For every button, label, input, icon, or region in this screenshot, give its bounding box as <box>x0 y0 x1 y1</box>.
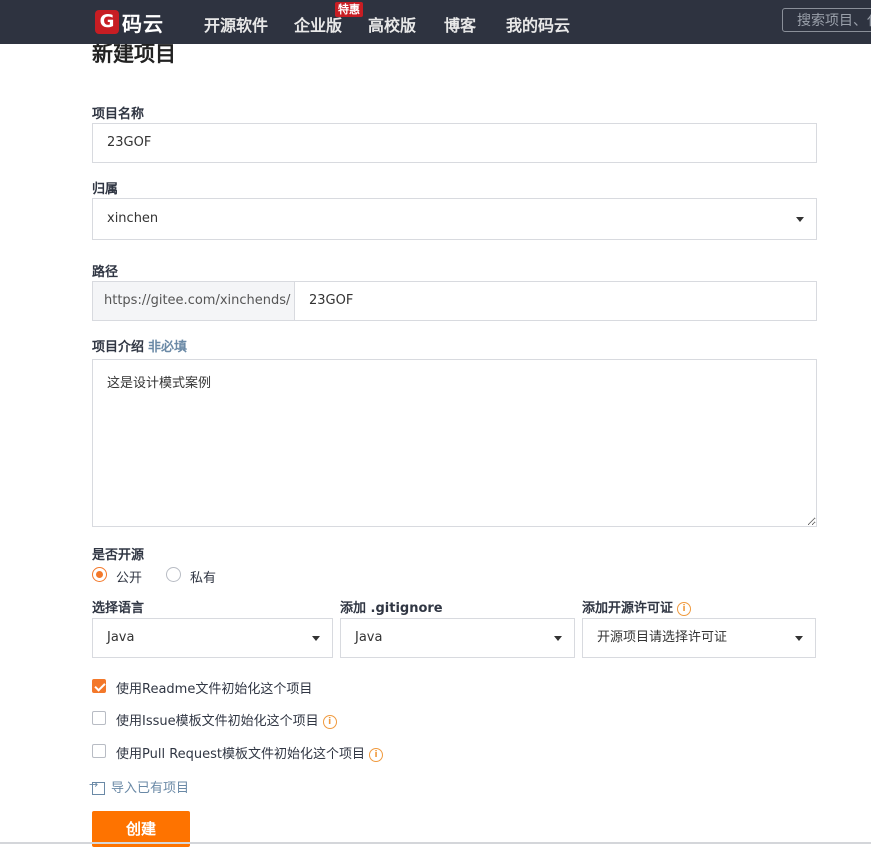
import-project-label: 导入已有项目 <box>111 781 190 796</box>
logo-text: 码云 <box>122 11 164 36</box>
language-select[interactable]: Java <box>92 618 333 658</box>
gitignore-select[interactable]: Java <box>340 618 575 658</box>
nav-item-blog[interactable]: 博客 <box>444 12 476 36</box>
issue-template-label-text: 使用Issue模板文件初始化这个项目 <box>116 714 319 729</box>
pr-template-checkbox[interactable] <box>92 744 106 758</box>
pr-template-label-text: 使用Pull Request模板文件初始化这个项目 <box>116 747 366 762</box>
chevron-down-icon <box>796 217 804 222</box>
readme-checkbox[interactable] <box>92 679 106 693</box>
description-label: 项目介绍 非必填 <box>92 336 187 355</box>
project-name-label: 项目名称 <box>92 107 145 122</box>
radio-private-label[interactable]: 私有 <box>190 567 216 586</box>
owner-select[interactable]: xinchen <box>92 198 817 240</box>
path-label: 路径 <box>92 265 119 280</box>
chevron-down-icon <box>795 636 803 641</box>
project-name-value: 23GOF <box>107 135 152 150</box>
import-icon <box>89 778 105 795</box>
language-label: 选择语言 <box>92 601 145 616</box>
import-project-link[interactable]: 导入已有项目 <box>89 777 190 796</box>
gitee-logo-icon: G <box>95 10 119 34</box>
open-source-label: 是否开源 <box>92 548 145 563</box>
gitignore-value: Java <box>355 630 383 645</box>
info-icon[interactable]: i <box>369 747 384 762</box>
readme-checkbox-label[interactable]: 使用Readme文件初始化这个项目 <box>116 678 312 697</box>
logo[interactable]: G 码云 <box>95 9 164 36</box>
description-textarea[interactable] <box>92 359 817 527</box>
license-value: 开源项目请选择许可证 <box>597 630 728 645</box>
search-input[interactable]: 搜索项目、代码 <box>782 8 871 32</box>
info-icon[interactable]: i <box>322 714 337 729</box>
owner-value: xinchen <box>107 211 159 226</box>
chevron-down-icon <box>312 636 320 641</box>
license-select[interactable]: 开源项目请选择许可证 <box>582 618 816 658</box>
license-label: 添加开源许可证 i <box>582 597 692 616</box>
gitignore-label: 添加 .gitignore <box>340 601 443 616</box>
nav-item-education[interactable]: 高校版 <box>368 12 416 36</box>
radio-private[interactable] <box>166 567 181 582</box>
license-label-text: 添加开源许可证 <box>582 601 674 616</box>
nav-item-open-source[interactable]: 开源软件 <box>204 12 268 36</box>
nav-item-my-gitee[interactable]: 我的码云 <box>506 12 570 36</box>
info-icon[interactable]: i <box>677 601 692 616</box>
radio-public[interactable] <box>92 567 107 582</box>
path-value: 23GOF <box>309 293 354 308</box>
optional-hint: 非必填 <box>148 340 188 355</box>
language-value: Java <box>107 630 135 645</box>
path-input[interactable]: 23GOF <box>294 281 817 321</box>
path-prefix: https://gitee.com/xinchends/ <box>92 281 295 321</box>
issue-template-label[interactable]: 使用Issue模板文件初始化这个项目 i <box>116 710 337 729</box>
project-name-input[interactable]: 23GOF <box>92 123 817 163</box>
owner-label: 归属 <box>92 182 119 197</box>
top-navbar: G 码云 开源软件 企业版 特惠 高校版 博客 我的码云 搜索项目、代码 <box>0 0 871 44</box>
pr-template-label[interactable]: 使用Pull Request模板文件初始化这个项目 i <box>116 743 384 762</box>
promo-badge: 特惠 <box>335 2 363 17</box>
radio-public-label[interactable]: 公开 <box>116 567 142 586</box>
description-label-text: 项目介绍 <box>92 340 145 355</box>
chevron-down-icon <box>554 636 562 641</box>
issue-template-checkbox[interactable] <box>92 711 106 725</box>
